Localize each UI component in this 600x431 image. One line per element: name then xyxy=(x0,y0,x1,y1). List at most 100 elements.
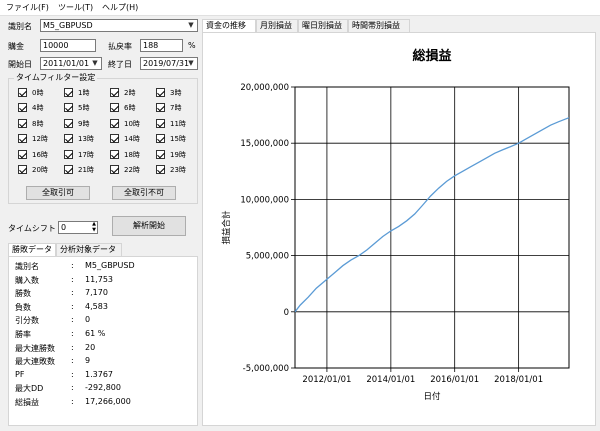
stat-colon: : xyxy=(71,301,74,311)
capital-input[interactable]: 10000 xyxy=(40,39,96,52)
checkbox-checked-icon[interactable] xyxy=(110,134,119,144)
stat-colon: : xyxy=(71,356,74,366)
tab-win-loss-data[interactable]: 勝敗データ xyxy=(8,243,56,256)
capital-label: 購金 xyxy=(8,42,24,51)
stat-colon: : xyxy=(71,329,74,338)
stat-value: 20 xyxy=(85,342,96,352)
stat-value: 7,170 xyxy=(85,288,108,298)
checkbox-checked-icon[interactable] xyxy=(64,118,73,128)
stat-label: 勝数 xyxy=(15,289,31,299)
stat-value: 4,583 xyxy=(85,301,108,311)
hour-label: 22時 xyxy=(124,166,140,174)
checkbox-checked-icon[interactable] xyxy=(18,103,27,113)
hour-label: 4時 xyxy=(32,104,44,113)
chevron-down-icon[interactable]: ▼ xyxy=(185,20,197,31)
payout-input[interactable]: 188 xyxy=(140,39,183,52)
checkbox-checked-icon[interactable] xyxy=(18,149,27,159)
series-line-total-pnl xyxy=(294,117,570,313)
timeshift-spinner[interactable]: 0 ▲ ▼ xyxy=(58,221,98,234)
menu-file[interactable]: ファイル(F) xyxy=(6,2,49,13)
checkbox-checked-icon[interactable] xyxy=(64,134,73,144)
checkbox-checked-icon[interactable] xyxy=(64,165,73,174)
menu-tools[interactable]: ツール(T) xyxy=(58,2,93,13)
x-tick-label: 2012/01/01 xyxy=(302,375,351,385)
stat-colon: : xyxy=(71,383,74,393)
payout-unit: % xyxy=(188,41,196,50)
menu-bar: ファイル(F) ツール(T) ヘルプ(H) xyxy=(0,0,600,16)
checkbox-checked-icon[interactable] xyxy=(110,149,119,159)
x-tick-label: 2018/01/01 xyxy=(494,375,543,385)
analyze-button[interactable]: 解析開始 xyxy=(112,216,186,236)
hour-label: 3時 xyxy=(170,89,182,97)
stat-label: 総損益 xyxy=(15,398,39,407)
tab-fund-transition[interactable]: 資金の推移 xyxy=(202,19,256,32)
checkbox-checked-icon[interactable] xyxy=(156,88,165,97)
y-tick-label: 5,000,000 xyxy=(246,252,289,262)
checkbox-checked-icon[interactable] xyxy=(156,149,165,159)
checkbox-checked-icon[interactable] xyxy=(64,88,73,97)
tab-monthly-pnl[interactable]: 月別損益 xyxy=(256,19,298,32)
tab-analysis-target-data[interactable]: 分析対象データ xyxy=(56,243,122,256)
plot-area xyxy=(294,86,570,369)
hour-label: 18時 xyxy=(124,150,140,159)
checkbox-checked-icon[interactable] xyxy=(110,88,119,97)
stat-value: 1.3767 xyxy=(85,369,113,379)
symbol-combo[interactable]: M5_GBPUSD ▼ xyxy=(40,19,198,32)
checkbox-checked-icon[interactable] xyxy=(156,134,165,144)
deselect-all-button[interactable]: 全取引不可 xyxy=(112,186,176,200)
stat-label: 勝率 xyxy=(15,330,31,339)
stat-colon: : xyxy=(71,342,74,352)
stat-label: 最大DD xyxy=(15,384,44,394)
tab-weekday-pnl[interactable]: 曜日別損益 xyxy=(298,19,348,32)
hour-label: 7時 xyxy=(170,104,182,113)
hour-label: 5時 xyxy=(78,104,90,113)
checkbox-checked-icon[interactable] xyxy=(18,118,27,128)
pnl-chart: -5,000,000 0 5,000,000 10,000,000 15,000,000… xyxy=(221,48,570,402)
y-tick-label: 15,000,000 xyxy=(240,139,289,149)
checkbox-checked-icon[interactable] xyxy=(64,103,73,113)
hour-label: 13時 xyxy=(78,135,94,144)
end-date-label: 終了日 xyxy=(108,60,132,69)
checkbox-checked-icon[interactable] xyxy=(110,118,119,128)
chart-panel: -5,000,000 0 5,000,000 10,000,000 15,000,000… xyxy=(202,32,596,426)
hour-label: 8時 xyxy=(32,119,44,128)
hour-label: 21時 xyxy=(78,166,94,174)
start-date-picker[interactable]: 2011/01/01 ▼ xyxy=(40,57,102,70)
stat-value: -292,800 xyxy=(85,383,121,393)
hour-label: 11時 xyxy=(170,119,186,128)
spinner-arrows-icon[interactable]: ▲ ▼ xyxy=(92,222,96,233)
hour-label: 23時 xyxy=(170,166,186,174)
checkbox-checked-icon[interactable] xyxy=(156,118,165,128)
stat-label: 購入数 xyxy=(15,275,39,285)
hour-label: 9時 xyxy=(78,119,90,128)
y-tick-label: 20,000,000 xyxy=(240,83,289,93)
stat-value: 0 xyxy=(85,315,91,325)
checkbox-checked-icon[interactable] xyxy=(18,165,27,174)
stat-value: 17,266,000 xyxy=(85,397,131,406)
checkbox-checked-icon[interactable] xyxy=(156,103,165,113)
stat-label: PF xyxy=(15,369,25,379)
checkbox-checked-icon[interactable] xyxy=(18,88,27,97)
end-date-picker[interactable]: 2019/07/31 ▼ xyxy=(140,57,198,70)
stat-colon: : xyxy=(71,315,74,325)
hour-label: 0時 xyxy=(32,89,44,97)
time-filter-title: タイムフィルター設定 xyxy=(14,72,98,83)
tab-hourly-pnl[interactable]: 時間帯別損益 xyxy=(348,19,410,32)
checkbox-checked-icon[interactable] xyxy=(18,134,27,144)
checkbox-checked-icon[interactable] xyxy=(156,165,165,174)
select-all-button[interactable]: 全取引可 xyxy=(26,186,90,200)
checkbox-checked-icon[interactable] xyxy=(110,165,119,174)
y-tick-label: 0 xyxy=(284,308,289,318)
hour-label: 6時 xyxy=(124,104,136,113)
checkbox-checked-icon[interactable] xyxy=(64,149,73,159)
menu-help[interactable]: ヘルプ(H) xyxy=(102,2,138,13)
checkbox-checked-icon[interactable] xyxy=(110,103,119,113)
stat-value: 61 % xyxy=(85,329,106,338)
chevron-down-icon[interactable]: ▼ xyxy=(185,58,197,69)
hour-label: 19時 xyxy=(170,150,186,159)
hour-label: 17時 xyxy=(78,150,94,159)
stat-colon: : xyxy=(71,274,74,284)
x-axis-label: 日付 xyxy=(423,391,441,402)
symbol-label: 識別名 xyxy=(8,22,32,31)
chevron-down-icon[interactable]: ▼ xyxy=(89,58,101,69)
